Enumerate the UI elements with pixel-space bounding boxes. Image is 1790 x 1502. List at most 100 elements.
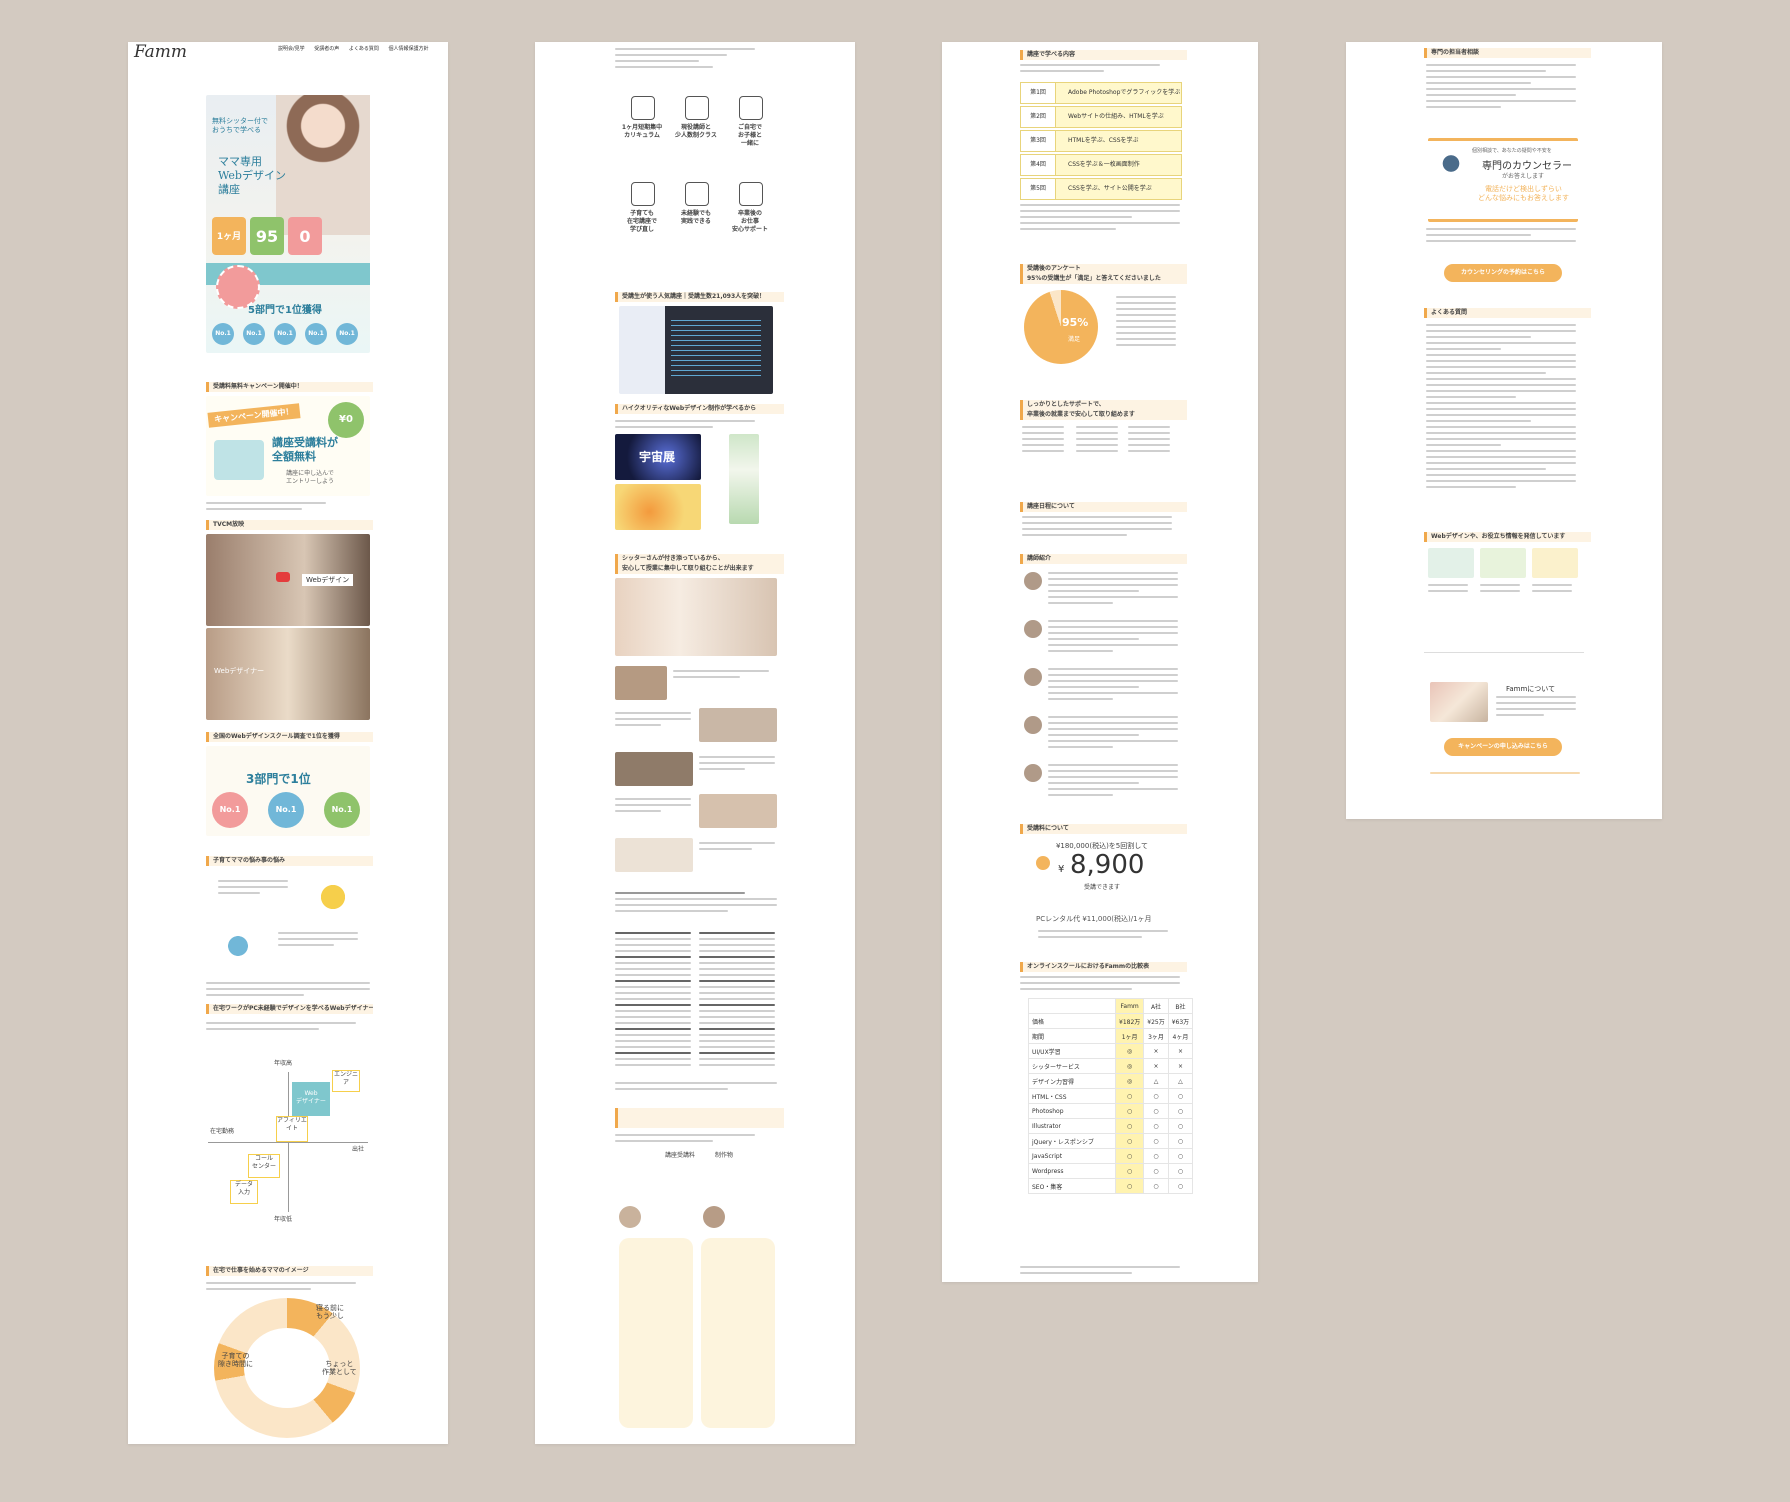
fee-item: 制作物 (715, 1152, 734, 1159)
schedule-topic: CSSを学ぶ、サイト公開を学ぶ (1068, 185, 1152, 192)
teacher-avatar (1024, 716, 1042, 734)
compare-cell-a: ○ (1143, 1163, 1169, 1179)
support-col (1128, 426, 1170, 456)
survey-value: 95% (1062, 316, 1089, 329)
schedule-topic: CSSを学ぶ＆一枚画面制作 (1068, 161, 1140, 168)
compare-cell-famm: ○ (1114, 1118, 1145, 1134)
nav-item[interactable]: 受講者の声 (314, 46, 339, 52)
fee-body (615, 1134, 755, 1146)
career-box-data: データ 入力 (230, 1180, 258, 1204)
compare-row: HTML・CSS ○ ○ ○ (1028, 1088, 1194, 1104)
compare-cell-a: ○ (1143, 1148, 1169, 1164)
campaign-button[interactable]: キャンペーンの申し込みはこちら (1444, 738, 1562, 756)
lp-page-1: Famm 説明会/見学 受講者の声 よくある質問 個人情報保護方針 無料シッター… (128, 42, 448, 1444)
curriculum-grid (615, 932, 691, 1070)
compare-cell-b: ○ (1167, 1088, 1194, 1104)
survey-heading: 受講後のアンケート 95%の受講生が「満足」と答えてくださいました (1020, 264, 1187, 284)
blog-caption (1480, 584, 1520, 596)
feature-label: 未経験でも 実践できる (680, 210, 711, 225)
donut-label: 寝る前に もう少し (316, 1304, 344, 1320)
compare-cell-a: △ (1143, 1073, 1169, 1089)
pc-icon (631, 182, 655, 206)
tvcm-video-2[interactable]: Webデザイナー (206, 628, 370, 720)
compare-row-label: Photoshop (1028, 1103, 1116, 1119)
compare-row-label: JavaScript (1028, 1148, 1116, 1164)
work-sample-site (729, 434, 759, 524)
consult-body (1426, 64, 1576, 112)
compare-cell-famm: ○ (1114, 1148, 1145, 1164)
compare-cell-famm: ○ (1114, 1163, 1145, 1179)
compare-cell-famm: ○ (1114, 1088, 1145, 1104)
compare-cell-b: × (1167, 1058, 1194, 1074)
schedule-number: 第3回 (1021, 131, 1056, 151)
schedule-row: 第4回 CSSを学ぶ＆一枚画面制作 (1020, 154, 1182, 176)
fee-heading (615, 1108, 784, 1128)
counselor-lead: 個別相談で、あなたの疑問や不安を (1472, 148, 1552, 154)
support-col (1076, 426, 1118, 456)
schedule-topic: Adobe Photoshopでグラフィックを学ぶ (1068, 89, 1181, 96)
tvcm-video-1[interactable]: Webデザイン (206, 534, 370, 626)
blog-thumb[interactable] (1428, 548, 1474, 578)
rank-badge: No.1 (336, 323, 358, 345)
camera-icon (685, 182, 709, 206)
schedule-number: 第1回 (1021, 83, 1056, 103)
teacher-bio (1048, 620, 1178, 656)
campaign-ribbon: キャンペーン開催中！ (207, 403, 301, 428)
lesson-photo (615, 666, 667, 700)
career-box-engineer: エンジニア (332, 1070, 360, 1092)
lesson-text (615, 712, 691, 730)
stat-zero: 0 (288, 217, 322, 255)
donut-hole (244, 1328, 330, 1408)
career-left-label: 在宅勤務 (210, 1128, 235, 1135)
compare-row: JavaScript ○ ○ ○ (1028, 1148, 1194, 1164)
compare-cell-b: ○ (1167, 1163, 1194, 1179)
blog-thumb[interactable] (1532, 548, 1578, 578)
voice-avatar (703, 1206, 725, 1228)
person-icon (739, 182, 763, 206)
about-title: Fammについて (1506, 685, 1556, 693)
works-body (615, 420, 755, 432)
career-bottom-label: 年収低 (274, 1216, 293, 1223)
compare-row: 価格 ¥182万 ¥25万 ¥63万 (1028, 1013, 1194, 1029)
nav-item[interactable]: 個人情報保護方針 (389, 46, 429, 52)
nav-item[interactable]: 説明会/見学 (278, 46, 305, 52)
counseling-button[interactable]: カウンセリングの予約はこちら (1444, 264, 1562, 282)
comparison-table: Famm A社 B社 価格 ¥182万 ¥25万 ¥63万 期間 1ヶ月 3ヶ月 4… (1028, 998, 1194, 1194)
lesson-screenshot (619, 306, 773, 394)
schedule-row: 第3回 HTMLを学ぶ、CSSを学ぶ (1020, 130, 1182, 152)
fee-item: 講座受講料 (665, 1152, 696, 1159)
blog-thumb[interactable] (1480, 548, 1526, 578)
campaign-illustration (214, 440, 264, 480)
campaign-price-badge: ¥0 (328, 402, 364, 438)
campaign-banner[interactable]: キャンペーン開催中！ ¥0 講座受講料が 全額無料 講座に申し込んで エントリー… (206, 396, 370, 496)
compare-cell-famm: ◎ (1114, 1043, 1145, 1059)
compare-cell-a: ○ (1143, 1103, 1169, 1119)
work-sample-food (615, 484, 701, 530)
teacher-heading: 講師紹介 (1020, 554, 1187, 564)
intro-text (615, 48, 755, 72)
compare-row: jQuery・レスポンシブ ○ ○ ○ (1028, 1133, 1194, 1149)
survey-comments (1116, 296, 1176, 350)
hero-mother-photo (276, 95, 370, 235)
schedule-topic: HTMLを学ぶ、CSSを学ぶ (1068, 137, 1139, 144)
compare-cell-b: ○ (1167, 1118, 1194, 1134)
teacher-avatar (1024, 764, 1042, 782)
compare-cell-a: ○ (1143, 1088, 1169, 1104)
nav-item[interactable]: よくある質問 (349, 46, 379, 52)
compare-cell-a: ¥25万 (1143, 1013, 1169, 1029)
blog-caption (1532, 584, 1572, 596)
rank-badge: No.1 (274, 323, 296, 345)
rental-text: PCレンタル代 ¥11,000(税込)/1ヶ月 (1036, 915, 1152, 923)
donut-label: ちょっと 作業として (322, 1360, 357, 1376)
career-box-affiliate: アフィリエイト (276, 1116, 308, 1142)
play-icon[interactable] (276, 572, 290, 582)
compare-row-label: HTML・CSS (1028, 1088, 1116, 1104)
ranking-heading: 全国のWebデザインスクール調査で1位を獲得 (206, 732, 373, 742)
lesson-text (673, 670, 769, 682)
sitter-heading: シッターさんが付き添っているから、 安心して授業に集中して取り組むことが出来ます (615, 554, 784, 574)
compare-col-header: Famm (1114, 998, 1145, 1014)
schedule-info-body (1022, 516, 1172, 540)
feature-label: 1ヶ月短期集中 カリキュラム (621, 124, 663, 139)
famm-logo[interactable]: Famm (134, 42, 187, 62)
lesson-photo (615, 752, 693, 786)
